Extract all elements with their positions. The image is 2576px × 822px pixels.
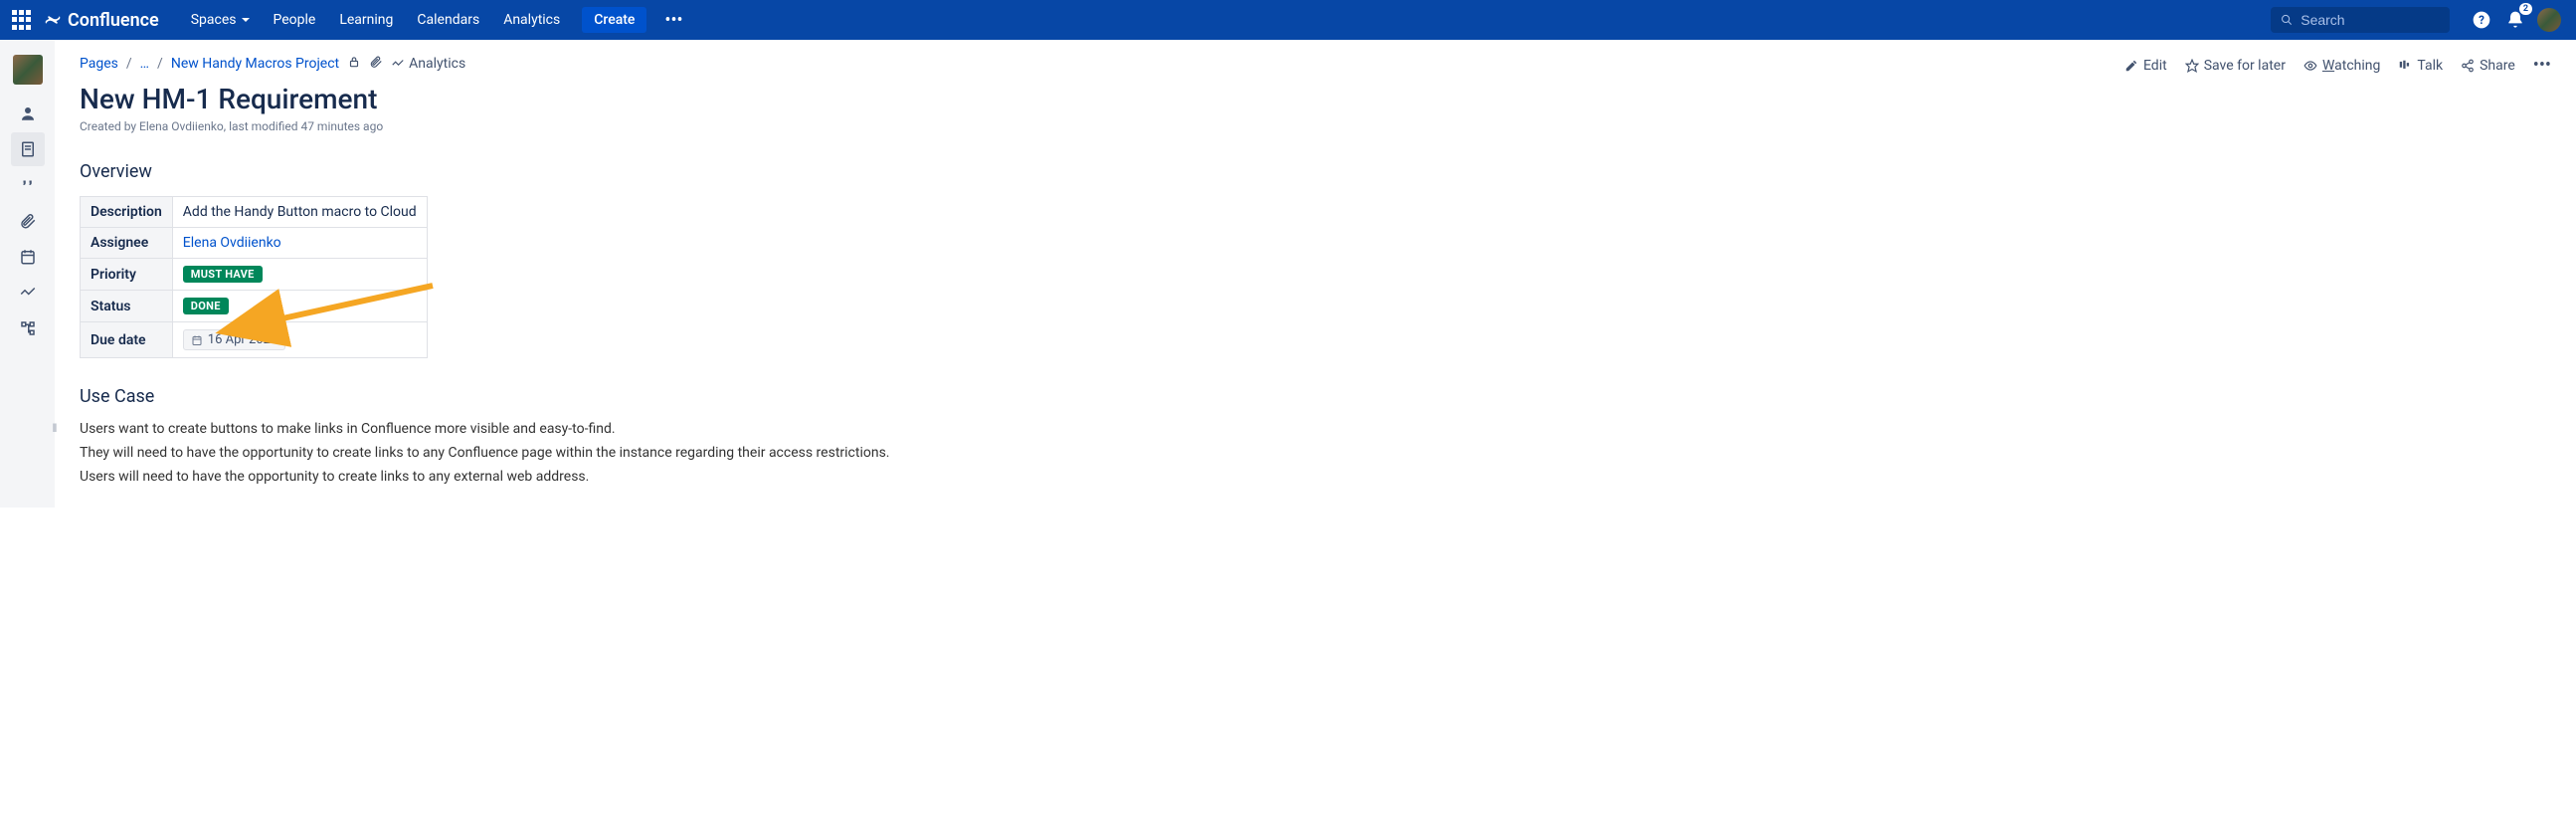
assignee-link[interactable]: Elena Ovdiienko bbox=[183, 235, 281, 251]
attachments-link-icon[interactable] bbox=[369, 55, 383, 73]
nav-more-button[interactable]: ••• bbox=[656, 10, 690, 31]
nav-learning[interactable]: Learning bbox=[327, 0, 405, 40]
sidebar-analytics-icon[interactable] bbox=[11, 276, 45, 309]
profile-menu[interactable] bbox=[2534, 5, 2564, 35]
search-box[interactable] bbox=[2271, 7, 2450, 33]
svg-text:?: ? bbox=[2479, 13, 2484, 27]
page-title: New HM-1 Requirement bbox=[80, 83, 2551, 115]
table-row: Assignee Elena Ovdiienko bbox=[81, 228, 428, 259]
search-input[interactable] bbox=[2300, 12, 2440, 28]
watching-button[interactable]: Watching bbox=[2303, 58, 2380, 74]
table-row: Description Add the Handy Button macro t… bbox=[81, 197, 428, 228]
sidebar-people-icon[interactable] bbox=[11, 97, 45, 130]
talk-button[interactable]: Talk bbox=[2398, 58, 2443, 74]
due-date-chip[interactable]: 16 Apr 2022 bbox=[183, 329, 285, 350]
overview-table: Description Add the Handy Button macro t… bbox=[80, 196, 428, 358]
usecase-para: They will need to have the opportunity t… bbox=[80, 445, 2551, 461]
sidebar-attachments-icon[interactable] bbox=[11, 204, 45, 238]
sidebar-calendar-icon[interactable] bbox=[11, 240, 45, 274]
usecase-para: Users will need to have the opportunity … bbox=[80, 469, 2551, 485]
row-label: Status bbox=[81, 291, 173, 322]
page-toolbar: Edit Save for later Watching Talk Share … bbox=[2124, 55, 2551, 76]
pencil-icon bbox=[2124, 59, 2138, 73]
section-overview-heading: Overview bbox=[80, 161, 2551, 182]
analytics-icon bbox=[391, 57, 405, 71]
nav-people[interactable]: People bbox=[262, 0, 328, 40]
talk-icon bbox=[2398, 59, 2412, 73]
brand-label: Confluence bbox=[68, 10, 159, 31]
save-for-later-button[interactable]: Save for later bbox=[2185, 58, 2286, 74]
usecase-para: Users want to create buttons to make lin… bbox=[80, 421, 2551, 437]
breadcrumb-pages[interactable]: Pages bbox=[80, 56, 118, 72]
top-nav: Confluence Spaces People Learning Calend… bbox=[0, 0, 2576, 40]
star-icon bbox=[2185, 59, 2199, 73]
nav-analytics[interactable]: Analytics bbox=[491, 0, 572, 40]
page-more-button[interactable]: ••• bbox=[2533, 55, 2551, 76]
edit-button[interactable]: Edit bbox=[2124, 58, 2167, 74]
table-row: Priority MUST HAVE bbox=[81, 259, 428, 291]
row-label: Due date bbox=[81, 322, 173, 358]
search-icon bbox=[2281, 13, 2293, 27]
sidebar-collapse-handle[interactable]: ‖ bbox=[50, 408, 60, 448]
create-button[interactable]: Create bbox=[582, 7, 646, 33]
row-value: Add the Handy Button macro to Cloud bbox=[172, 197, 427, 228]
notifications-badge: 2 bbox=[2519, 3, 2532, 15]
row-label: Assignee bbox=[81, 228, 173, 259]
table-row: Due date 16 Apr 2022 bbox=[81, 322, 428, 358]
brand[interactable]: Confluence bbox=[44, 10, 159, 31]
eye-icon bbox=[2303, 59, 2317, 73]
status-lozenge: DONE bbox=[183, 298, 229, 314]
table-row: Status DONE bbox=[81, 291, 428, 322]
analytics-link[interactable]: Analytics bbox=[391, 56, 465, 72]
nav-calendars[interactable]: Calendars bbox=[405, 0, 491, 40]
page-byline: Created by Elena Ovdiienko, last modifie… bbox=[80, 119, 2551, 133]
avatar bbox=[2537, 8, 2561, 32]
space-avatar[interactable] bbox=[13, 55, 43, 85]
breadcrumb-ellipsis[interactable]: … bbox=[140, 56, 149, 72]
breadcrumb-space[interactable]: New Handy Macros Project bbox=[171, 56, 339, 72]
share-icon bbox=[2461, 59, 2475, 73]
sidebar-blog-icon[interactable] bbox=[11, 168, 45, 202]
priority-lozenge: MUST HAVE bbox=[183, 266, 263, 283]
app-switcher-icon[interactable] bbox=[10, 8, 34, 32]
page-content: ‖ Edit Save for later Watching Talk Shar… bbox=[55, 40, 2576, 508]
space-sidebar bbox=[0, 40, 55, 508]
sidebar-pages-icon[interactable] bbox=[11, 132, 45, 166]
row-label: Priority bbox=[81, 259, 173, 291]
restrictions-icon[interactable] bbox=[347, 55, 361, 73]
help-icon[interactable]: ? bbox=[2467, 5, 2496, 35]
calendar-icon bbox=[191, 334, 203, 346]
share-button[interactable]: Share bbox=[2461, 58, 2515, 74]
nav-spaces[interactable]: Spaces bbox=[179, 0, 262, 40]
confluence-logo-icon bbox=[44, 11, 62, 29]
usecase-body: Users want to create buttons to make lin… bbox=[80, 421, 2551, 485]
section-usecase-heading: Use Case bbox=[80, 386, 2551, 407]
notifications-icon[interactable]: 2 bbox=[2500, 5, 2530, 35]
sidebar-tree-icon[interactable] bbox=[11, 311, 45, 345]
row-label: Description bbox=[81, 197, 173, 228]
